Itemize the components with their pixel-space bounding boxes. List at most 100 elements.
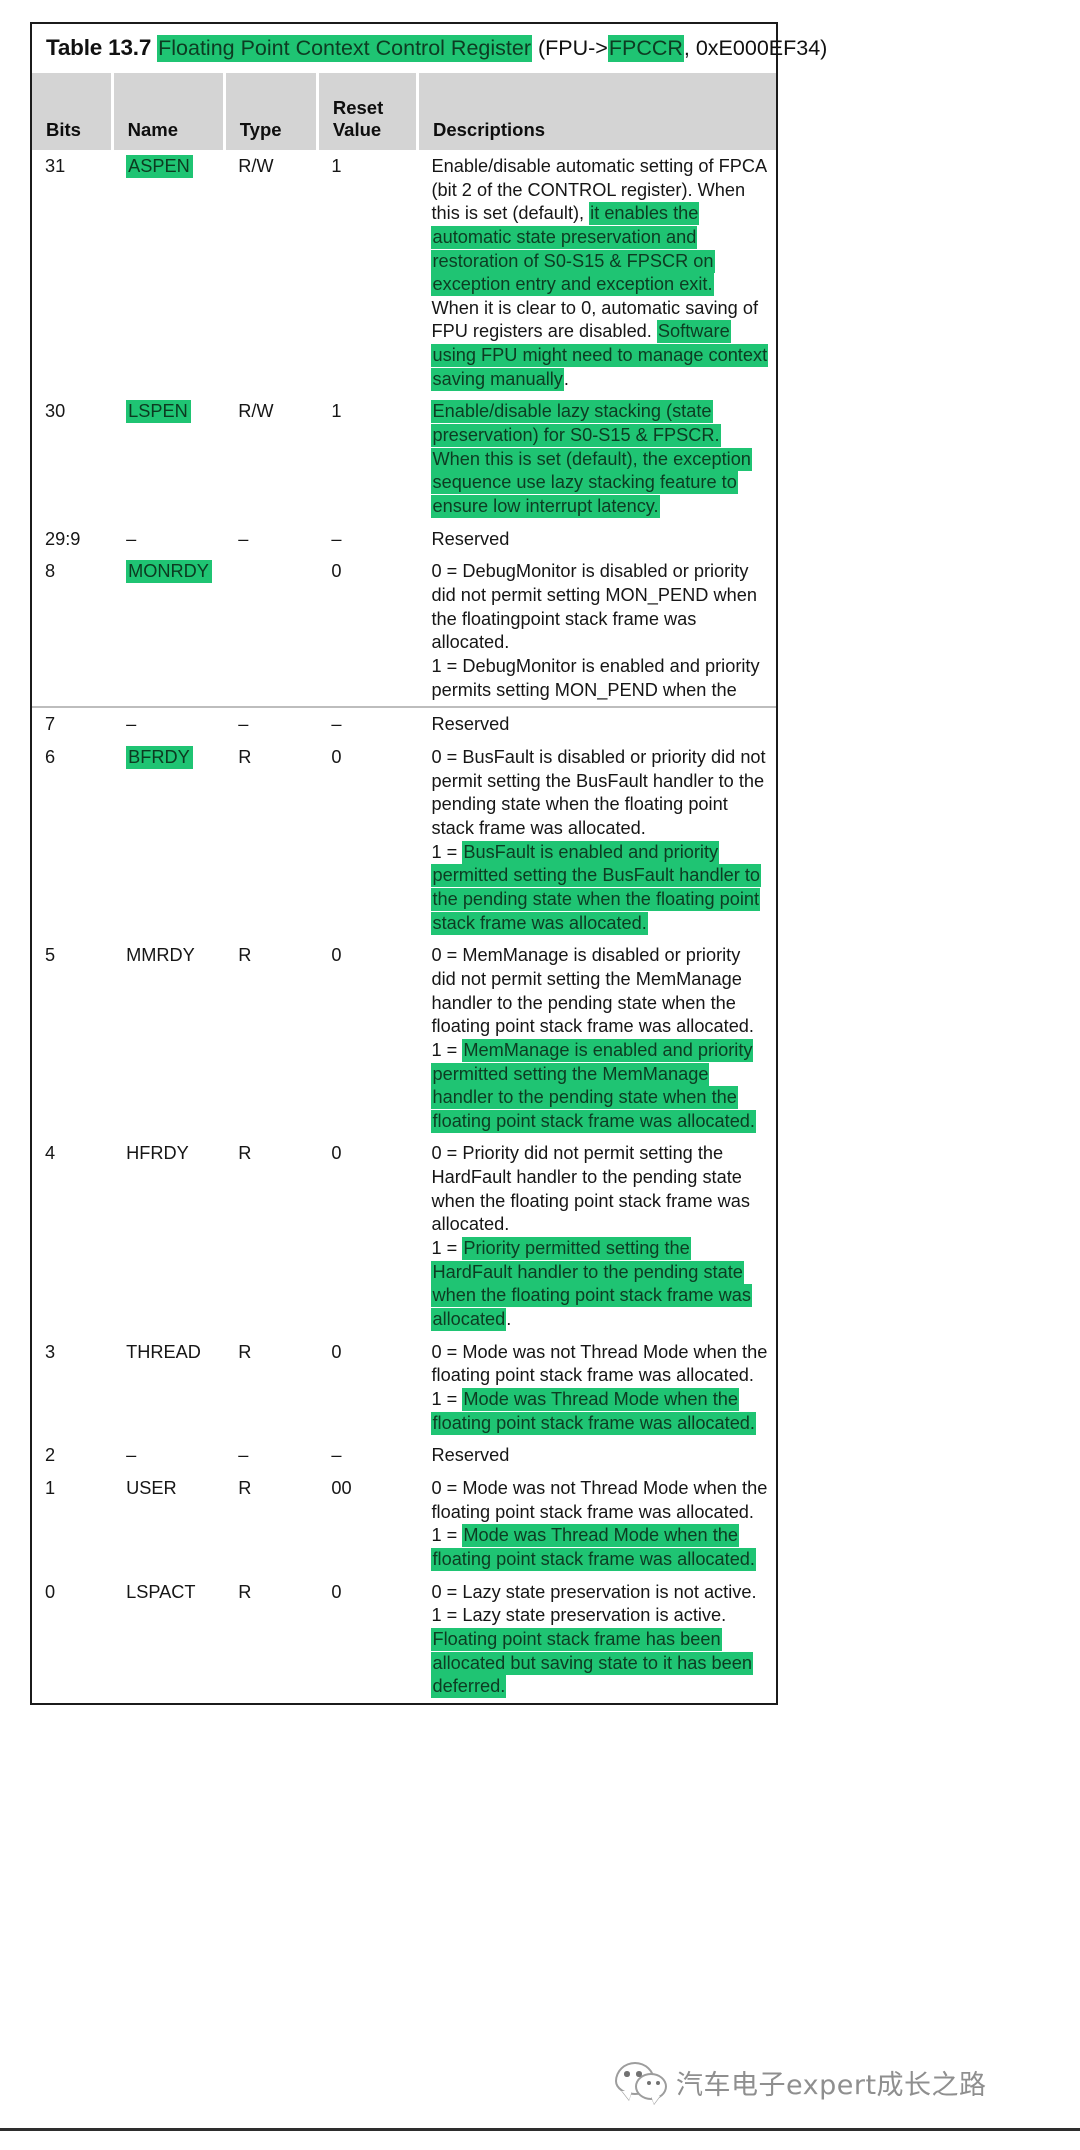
cell-name: HFRDY xyxy=(112,1137,225,1336)
cell-type: – xyxy=(224,522,318,556)
cell-bits: 5 xyxy=(32,939,113,1138)
description-highlight: Enable/disable lazy stacking (state pres… xyxy=(431,400,752,519)
wechat-watermark: 汽车电子expert成长之路 xyxy=(615,2062,987,2102)
cell-reset-value: 0 xyxy=(317,939,418,1138)
cell-description: 0 = Mode was not Thread Mode when the fl… xyxy=(417,1335,776,1440)
cell-name: MMRDY xyxy=(112,939,225,1138)
cell-name: BFRDY xyxy=(112,740,225,940)
caption-register-name: Floating Point Context Control Register xyxy=(157,35,532,62)
register-table-container: Table 13.7 Floating Point Context Contro… xyxy=(30,22,827,1705)
cell-description: 0 = DebugMonitor is disabled or priority… xyxy=(417,555,776,708)
description-highlight: Mode was Thread Mode when the floating p… xyxy=(431,1524,756,1571)
cell-name: USER xyxy=(112,1472,225,1576)
cell-bits: 4 xyxy=(32,1137,113,1336)
cell-name: LSPACT xyxy=(112,1575,225,1703)
cell-description: Enable/disable lazy stacking (state pres… xyxy=(417,395,776,523)
table-row: 6 BFRDY R 0 0 = BusFault is disabled or prio… xyxy=(32,740,776,940)
name-highlight: MONRDY xyxy=(126,560,212,584)
cell-reset-value: – xyxy=(317,706,418,741)
cell-description: Reserved xyxy=(417,1439,776,1472)
register-bitfield-table: Bits Name Type Reset Value Descriptions … xyxy=(32,72,776,1703)
cell-bits: 31 xyxy=(32,149,113,396)
cell-bits: 3 xyxy=(32,1335,113,1440)
table-row: 7– – – Reserved xyxy=(32,706,776,741)
table-caption: Table 13.7 Floating Point Context Contro… xyxy=(32,24,827,73)
column-header-bits: Bits xyxy=(32,72,114,150)
reset-value-line2: Value xyxy=(332,118,382,140)
cell-type: – xyxy=(224,706,318,741)
cell-reset-value: 0 xyxy=(317,1137,418,1336)
cell-bits: 6 xyxy=(32,740,113,940)
cell-name: ASPEN xyxy=(112,149,225,396)
cell-description: 0 = BusFault is disabled or priority did… xyxy=(417,740,776,940)
cell-bits: 1 xyxy=(32,1472,113,1576)
cell-type: R/W xyxy=(224,395,318,523)
cell-type: R xyxy=(224,1575,318,1703)
cell-description: 0 = Mode was not Thread Mode when the fl… xyxy=(417,1472,776,1576)
name-highlight: LSPEN xyxy=(126,400,191,424)
cell-reset-value: 1 xyxy=(317,395,418,523)
table-header-row: Bits Name Type Reset Value Descriptions xyxy=(32,72,776,150)
column-header-type: Type xyxy=(224,72,319,150)
table-row: 8 MONRDY 0 0 = DebugMonitor is disabled or … xyxy=(32,555,776,708)
description-highlight: Mode was Thread Mode when the floating p… xyxy=(431,1388,756,1435)
cell-name: – xyxy=(112,1439,225,1472)
cell-description: Reserved xyxy=(417,706,776,741)
description-highlight: Software using FPU might need to manage … xyxy=(431,320,769,391)
cell-reset-value: – xyxy=(317,1439,418,1472)
table-row: 0 LSPACT R 0 0 = Lazy state preservation is … xyxy=(32,1575,776,1703)
description-highlight: BusFault is enabled and priority permitt… xyxy=(431,840,762,935)
cell-description: Enable/disable automatic setting of FPCA… xyxy=(417,149,776,396)
table-row: 29:9– – – Reserved xyxy=(32,522,776,556)
table-row: 1 USER R 00 0 = Mode was not Thread Mode whe… xyxy=(32,1472,776,1576)
cell-name: THREAD xyxy=(112,1335,225,1440)
caption-open-paren: (FPU-> xyxy=(537,36,608,60)
cell-name: MONRDY xyxy=(112,555,225,708)
page-bottom-rule xyxy=(0,2128,1080,2131)
cell-reset-value: 0 xyxy=(317,740,418,940)
cell-type: R xyxy=(224,740,318,940)
cell-description: Reserved xyxy=(417,522,776,556)
cell-bits: 30 xyxy=(32,395,113,523)
cell-reset-value: 00 xyxy=(317,1472,418,1576)
table-row: 3 THREAD R 0 0 = Mode was not Thread Mode wh… xyxy=(32,1335,776,1440)
cell-bits: 0 xyxy=(32,1575,113,1703)
table-row: 31 ASPEN R/W 1 Enable/disable automatic sett… xyxy=(32,149,776,396)
document-page: Table 13.7 Floating Point Context Contro… xyxy=(0,0,1080,2150)
table-row: 2– – – Reserved xyxy=(32,1439,776,1472)
cell-bits: 29:9 xyxy=(32,522,113,556)
cell-reset-value: 0 xyxy=(317,555,418,708)
cell-type: R xyxy=(224,1137,318,1336)
table-row: 30 LSPEN R/W 1 Enable/disable lazy stacking … xyxy=(32,395,776,523)
description-highlight: Floating point stack frame has been allo… xyxy=(431,1627,753,1699)
cell-reset-value: 0 xyxy=(317,1335,418,1440)
cell-type: R xyxy=(224,1335,318,1440)
cell-name: – xyxy=(112,706,225,741)
caption-register-short: FPCCR xyxy=(607,35,684,62)
column-header-reset-value: Reset Value xyxy=(317,72,419,150)
cell-type: R xyxy=(224,939,318,1138)
table-body: 31 ASPEN R/W 1 Enable/disable automatic sett… xyxy=(32,149,776,1703)
table-row: 4 HFRDY R 0 0 = Priority did not permit sett… xyxy=(32,1137,776,1336)
table-row: 5 MMRDY R 0 0 = MemManage is disabled or pri… xyxy=(32,939,776,1138)
cell-name: LSPEN xyxy=(112,395,225,523)
cell-reset-value: – xyxy=(317,522,418,556)
cell-type: R/W xyxy=(224,149,318,396)
wechat-icon xyxy=(615,2062,667,2102)
cell-type xyxy=(224,555,318,708)
cell-description: 0 = Lazy state preservation is not activ… xyxy=(417,1575,776,1703)
cell-reset-value: 1 xyxy=(317,149,418,396)
caption-address: , 0xE000EF34) xyxy=(683,36,828,60)
table-number: Table 13.7 xyxy=(46,35,152,60)
cell-description: 0 = Priority did not permit setting the … xyxy=(417,1137,776,1336)
cell-reset-value: 0 xyxy=(317,1575,418,1703)
column-header-descriptions: Descriptions xyxy=(417,72,776,150)
cell-bits: 2 xyxy=(32,1439,113,1472)
cell-name: – xyxy=(112,522,225,556)
reset-value-line1: Reset xyxy=(332,97,384,119)
watermark-text: 汽车电子expert成长之路 xyxy=(676,2069,987,2101)
cell-type: – xyxy=(224,1439,318,1472)
description-highlight: Priority permitted setting the HardFault… xyxy=(431,1237,752,1332)
description-highlight: MemManage is enabled and priority permit… xyxy=(431,1038,756,1133)
name-highlight: ASPEN xyxy=(126,154,193,178)
